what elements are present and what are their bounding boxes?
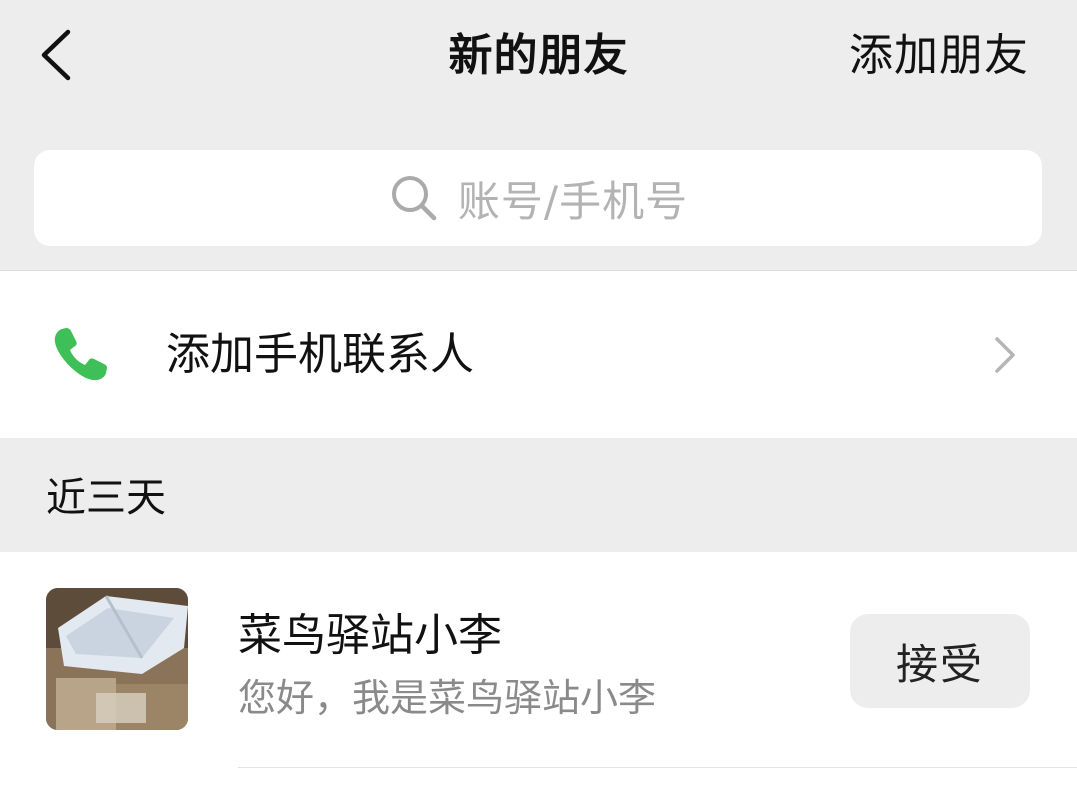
section-title-recent: 近三天 (46, 475, 166, 521)
phone-contacts-label: 添加手机联系人 (166, 329, 474, 380)
search-placeholder: 账号/手机号 (457, 176, 689, 226)
add-friend-button[interactable]: 添加朋友 (849, 26, 1029, 86)
new-friends-screen: 新的朋友 添加朋友 账号/手机号 添加手机联系人 近三天 菜鸟驿站小李 您好，我… (0, 0, 1077, 793)
search-input[interactable]: 账号/手机号 (34, 150, 1042, 246)
request-message: 您好，我是菜鸟驿站小李 (238, 676, 657, 720)
accept-button[interactable]: 接受 (850, 614, 1030, 708)
chevron-right-icon (995, 337, 1015, 373)
package-photo-avatar (46, 588, 188, 730)
friend-request-row[interactable]: 菜鸟驿站小李 您好，我是菜鸟驿站小李 接受 (0, 552, 1077, 793)
header-bar: 新的朋友 添加朋友 (0, 0, 1077, 118)
divider (238, 767, 1077, 768)
avatar (46, 588, 188, 730)
request-name: 菜鸟驿站小李 (238, 610, 502, 661)
add-phone-contacts-row[interactable]: 添加手机联系人 (0, 270, 1077, 438)
search-icon (391, 176, 437, 221)
phone-icon (54, 328, 107, 381)
